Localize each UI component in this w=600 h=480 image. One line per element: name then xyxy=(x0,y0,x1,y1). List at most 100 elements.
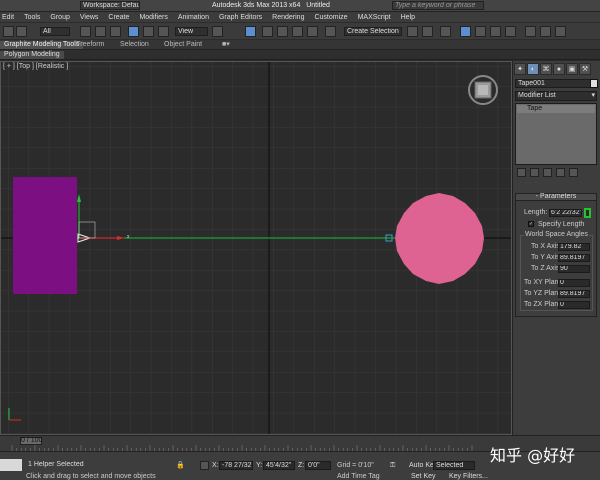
key-mode-dropdown[interactable]: Selected xyxy=(433,461,475,470)
schematic-view-icon[interactable] xyxy=(490,26,501,37)
snaps-toggle-icon[interactable] xyxy=(262,26,273,37)
window-title: Autodesk 3ds Max 2013 x64 Untitled xyxy=(212,2,330,9)
key-filters-button[interactable]: Key Filters... xyxy=(449,473,488,480)
pivot-center-icon[interactable] xyxy=(212,26,223,37)
ribbon-options-icon[interactable]: ■▾ xyxy=(218,41,234,49)
tab-label: Graphite Modeling Tools xyxy=(4,41,80,48)
select-object-icon[interactable] xyxy=(80,26,91,37)
purple-box-object[interactable] xyxy=(13,177,77,294)
menu-animation[interactable]: Animation xyxy=(178,14,209,21)
grid-size: Grid = 0'10" xyxy=(337,462,374,469)
display-icon[interactable]: ▣ xyxy=(566,63,578,75)
length-spinner[interactable] xyxy=(584,208,591,218)
plane-zx-field[interactable]: 0 xyxy=(558,301,590,309)
stack-controls xyxy=(515,168,597,180)
viewport-top[interactable]: x xyxy=(0,61,512,435)
move-icon[interactable] xyxy=(128,26,139,37)
help-search-input[interactable]: Type a keyword or phrase xyxy=(392,1,484,10)
scale-icon[interactable] xyxy=(158,26,169,37)
absolute-mode-icon[interactable] xyxy=(200,461,209,470)
tab-freeform[interactable]: Freeform xyxy=(72,41,108,49)
viewport-canvas[interactable]: x xyxy=(1,62,512,435)
menu-graph-editors[interactable]: Graph Editors xyxy=(219,14,262,21)
menu-views[interactable]: Views xyxy=(80,14,99,21)
angle-snap-icon[interactable] xyxy=(277,26,288,37)
menu-maxscript[interactable]: MAXScript xyxy=(358,14,391,21)
edit-named-selections-icon[interactable] xyxy=(325,26,336,37)
object-color-swatch[interactable] xyxy=(590,79,598,88)
reference-coord-dropdown[interactable]: View xyxy=(175,27,208,36)
menu-rendering[interactable]: Rendering xyxy=(272,14,304,21)
curve-editor-icon[interactable] xyxy=(475,26,486,37)
align-icon[interactable] xyxy=(422,26,433,37)
tab-selection[interactable]: Selection xyxy=(116,41,153,49)
show-end-result-icon[interactable] xyxy=(530,168,539,177)
select-by-name-icon[interactable] xyxy=(95,26,106,37)
percent-snap-icon[interactable] xyxy=(292,26,303,37)
render-setup-icon[interactable] xyxy=(525,26,536,37)
menu-modifiers[interactable]: Modifiers xyxy=(139,14,167,21)
modifier-list-dropdown[interactable]: Modifier List ▾ xyxy=(515,91,597,101)
set-key-button[interactable]: Set Key xyxy=(411,473,436,480)
angle-y-field[interactable]: 89.8197 xyxy=(558,254,590,262)
rendered-frame-icon[interactable] xyxy=(540,26,551,37)
material-editor-icon[interactable] xyxy=(505,26,516,37)
layer-manager-icon[interactable] xyxy=(440,26,451,37)
modifier-stack[interactable]: Tape xyxy=(515,103,597,165)
rotate-icon[interactable] xyxy=(143,26,154,37)
angle-x-field[interactable]: 179.82 xyxy=(558,243,590,251)
tab-object-paint[interactable]: Object Paint xyxy=(160,41,206,49)
redo-icon[interactable] xyxy=(16,26,27,37)
maxscript-listener-box[interactable] xyxy=(0,459,22,471)
menu-edit[interactable]: Edit xyxy=(2,14,14,21)
remove-modifier-icon[interactable] xyxy=(556,168,565,177)
angle-z-field[interactable]: 90 xyxy=(558,265,590,273)
named-selection-dropdown[interactable]: Create Selection Se xyxy=(344,27,402,36)
add-time-tag[interactable]: Add Time Tag xyxy=(337,473,380,480)
key-icon[interactable]: ⚿ xyxy=(390,462,395,470)
select-manipulate-icon[interactable] xyxy=(245,26,256,37)
plane-yz-field[interactable]: 89.8197 xyxy=(558,290,590,298)
plane-xy-field[interactable]: 0 xyxy=(558,279,590,287)
stack-item-tape[interactable]: Tape xyxy=(517,105,595,113)
undo-icon[interactable] xyxy=(3,26,14,37)
utilities-icon[interactable]: ⚒ xyxy=(579,63,591,75)
spinner-snap-icon[interactable] xyxy=(307,26,318,37)
create-icon[interactable]: ✦ xyxy=(514,63,526,75)
object-name-field[interactable]: Tape001 xyxy=(515,79,597,88)
pin-stack-icon[interactable] xyxy=(517,168,526,177)
selection-filter-dropdown[interactable]: All xyxy=(40,27,70,36)
z-coord-label: Z: xyxy=(298,462,305,469)
prompt-text: Click and drag to select and move object… xyxy=(26,473,156,480)
menu-group[interactable]: Group xyxy=(50,14,69,21)
motion-icon[interactable]: ● xyxy=(553,63,565,75)
time-slider[interactable]: 0 / 100 xyxy=(20,437,42,445)
y-coord-field[interactable]: 45'4/32" xyxy=(263,461,295,470)
hierarchy-icon[interactable]: ⌘ xyxy=(540,63,552,75)
chevron-down-icon: ▾ xyxy=(591,92,595,99)
viewport-label[interactable]: [ + ] [Top ] [Realistic ] xyxy=(3,63,68,70)
z-coord-field[interactable]: 0'0" xyxy=(305,461,331,470)
x-coord-field[interactable]: -78 27/32" xyxy=(219,461,253,470)
menu-tools[interactable]: Tools xyxy=(24,14,40,21)
region-select-icon[interactable] xyxy=(110,26,121,37)
tab-graphite-modeling-tools[interactable]: Graphite Modeling Tools xyxy=(0,41,84,49)
configure-sets-icon[interactable] xyxy=(569,168,578,177)
modifier-list-label: Modifier List xyxy=(518,92,556,99)
y-coord-label: Y: xyxy=(256,462,263,469)
menu-create[interactable]: Create xyxy=(108,14,129,21)
parameters-rollout-header[interactable]: - Parameters xyxy=(515,193,597,201)
render-production-icon[interactable] xyxy=(555,26,566,37)
make-unique-icon[interactable] xyxy=(543,168,552,177)
length-field[interactable]: 6'2 22/32" xyxy=(549,209,582,217)
menu-help[interactable]: Help xyxy=(401,14,415,21)
polygon-modeling-panel[interactable]: Polygon Modeling xyxy=(0,51,64,59)
mirror-icon[interactable] xyxy=(407,26,418,37)
angles-group-title: World Space Angles xyxy=(524,231,589,238)
modify-icon[interactable]: ◐ xyxy=(527,63,539,75)
menu-customize[interactable]: Customize xyxy=(314,14,347,21)
lock-selection-icon[interactable]: 🔒 xyxy=(176,461,185,470)
workspace-dropdown[interactable]: Workspace: Default xyxy=(80,1,140,10)
specify-length-checkbox[interactable]: ✓ xyxy=(528,221,534,227)
graphite-toggle-icon[interactable] xyxy=(460,26,471,37)
